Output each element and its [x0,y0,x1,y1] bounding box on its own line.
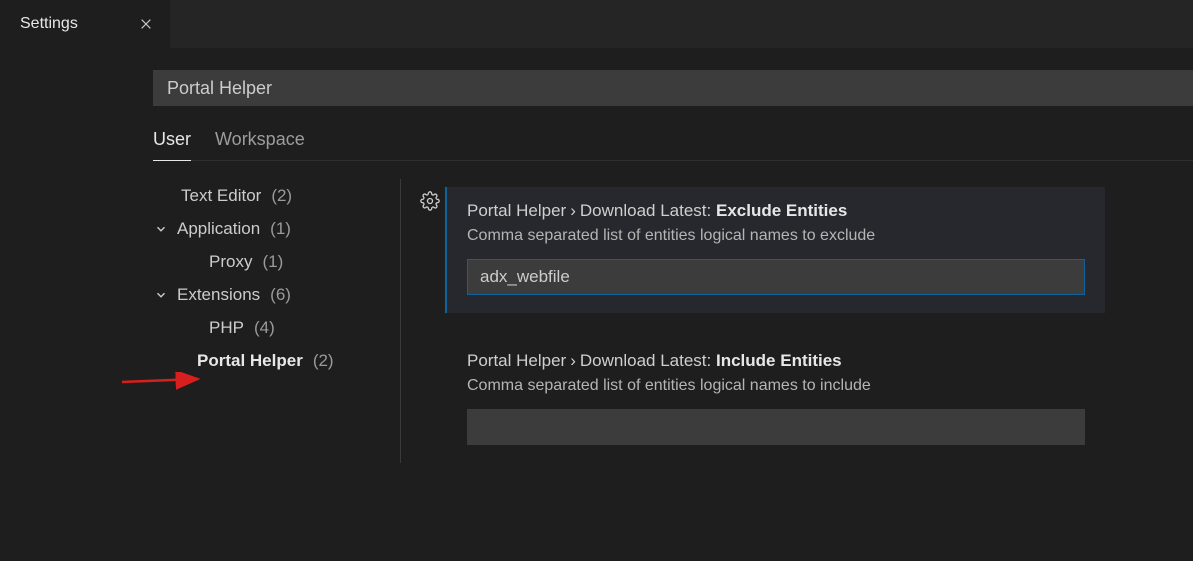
scope-tabs: User Workspace [153,128,1193,161]
tree-label: Proxy [209,252,252,272]
tree-count: (1) [270,219,291,239]
settings-editor: User Workspace Text Editor (2) Applicati… [0,48,1193,463]
tree-count: (1) [262,252,283,272]
search-input[interactable] [153,70,1193,106]
setting-description: Comma separated list of entities logical… [467,377,1085,395]
tree-item-portal-helper[interactable]: Portal Helper (2) [153,344,400,377]
tree-label: PHP [209,318,244,338]
tree-label: Text Editor [181,186,261,206]
tab-settings[interactable]: Settings [0,0,170,48]
setting-title: Portal Helper›Download Latest: Exclude E… [467,201,1085,221]
tree-label: Portal Helper [197,351,303,371]
setting-description: Comma separated list of entities logical… [467,227,1085,245]
tree-item-application[interactable]: Application (1) [153,212,400,245]
setting-title: Portal Helper›Download Latest: Include E… [467,351,1085,371]
tree-count: (2) [271,186,292,206]
tree-item-php[interactable]: PHP (4) [153,311,400,344]
tree-count: (2) [313,351,334,371]
tree-label: Application [177,219,260,239]
tree-item-proxy[interactable]: Proxy (1) [153,245,400,278]
setting-exclude-entities: Portal Helper›Download Latest: Exclude E… [445,187,1105,313]
include-entities-input[interactable] [467,409,1085,445]
chevron-down-icon [153,287,169,303]
gear-icon[interactable] [420,191,440,214]
tab-bar: Settings [0,0,1193,48]
settings-list: Portal Helper›Download Latest: Exclude E… [401,179,1193,463]
exclude-entities-input[interactable] [467,259,1085,295]
settings-tree: Text Editor (2) Application (1) Proxy (1… [0,179,400,463]
tree-count: (4) [254,318,275,338]
setting-include-entities: Portal Helper›Download Latest: Include E… [445,337,1105,463]
tree-item-extensions[interactable]: Extensions (6) [153,278,400,311]
scope-tab-user[interactable]: User [153,129,191,161]
tree-count: (6) [270,285,291,305]
tree-item-text-editor[interactable]: Text Editor (2) [153,179,400,212]
scope-tab-workspace[interactable]: Workspace [215,129,305,161]
close-icon[interactable] [136,14,156,34]
chevron-down-icon [153,221,169,237]
tree-label: Extensions [177,285,260,305]
tab-title: Settings [20,15,78,33]
